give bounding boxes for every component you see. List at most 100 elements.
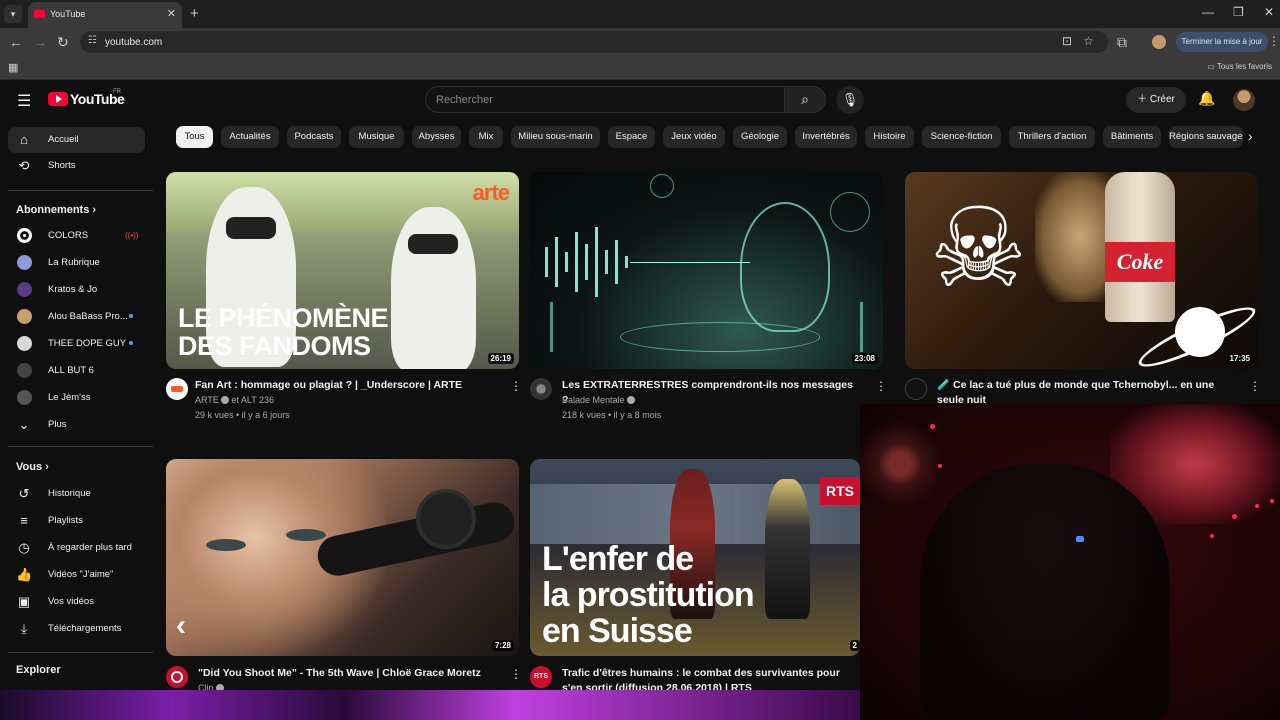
coke-label: Coke [1105, 242, 1175, 282]
subscriptions-heading[interactable]: Abonnements › [16, 204, 96, 216]
video-title[interactable]: "Did You Shoot Me" - The 5th Wave | Chlo… [198, 666, 498, 681]
subscription-colors[interactable]: COLORS ((•)) [8, 223, 145, 249]
channel-avatar[interactable] [530, 378, 552, 400]
sidebar-item-liked-videos[interactable]: 👍 Vidéos "J'aime" [8, 562, 145, 588]
subscription-label: Kratos & Jo [48, 284, 98, 295]
restore-icon[interactable]: ❐ [1233, 5, 1244, 19]
channel-avatar[interactable] [166, 378, 188, 400]
video-channel[interactable]: ARTE et ALT 236 [195, 395, 274, 405]
chip-thrillers-action[interactable]: Thrillers d'action [1009, 126, 1095, 148]
sidebar-item-downloads[interactable]: ⤓ Téléchargements [8, 616, 145, 642]
new-tab-icon[interactable]: + [190, 5, 199, 22]
sidebar-item-watch-later[interactable]: ◷ À regarder plus tard [8, 535, 145, 561]
sidebar-item-shorts[interactable]: ⟲ Shorts [8, 153, 145, 179]
subscription-le-jemss[interactable]: Le Jèm'ss [8, 385, 145, 411]
wave-bar [550, 302, 553, 352]
chip-histoire[interactable]: Histoire [865, 126, 914, 148]
you-heading[interactable]: Vous › [16, 461, 49, 473]
sidebar-item-more[interactable]: ⌄ Plus [8, 412, 145, 438]
video-duration: 7:28 [491, 640, 514, 651]
tab-close-icon[interactable]: ✕ [167, 7, 176, 20]
chip-geologie[interactable]: Géologie [733, 126, 787, 148]
channel-extra: et ALT 236 [231, 395, 275, 405]
subscription-thee-dope-guy[interactable]: THEE DOPE GUY [8, 331, 145, 357]
install-app-icon[interactable]: ⊡ [1062, 34, 1072, 48]
wave-bar [860, 302, 863, 352]
chip-mix[interactable]: Mix [469, 126, 503, 148]
video-more-icon[interactable]: ⋮ [875, 379, 887, 393]
channel-avatar[interactable]: RTS [530, 666, 552, 688]
subscription-alou-babass[interactable]: Alou BaBass Pro... [8, 304, 145, 330]
search-input[interactable] [425, 86, 785, 113]
notifications-bell-icon[interactable]: 🔔 [1198, 90, 1215, 107]
wave-bar [625, 256, 628, 268]
video-more-icon[interactable]: ⋮ [510, 667, 522, 681]
sidebar: ⌂ Accueil ⟲ Shorts Abonnements › COLORS … [0, 120, 155, 720]
back-icon[interactable]: ← [9, 34, 23, 50]
alien-figure [740, 202, 830, 332]
menu-icon[interactable]: ☰ [17, 91, 31, 111]
update-button[interactable]: Terminer la mise à jour [1176, 32, 1268, 52]
extensions-icon[interactable]: ⧉ [1117, 34, 1127, 51]
sidebar-item-playlists[interactable]: ≡ Playlists [8, 508, 145, 534]
address-bar[interactable]: ☷ youtube.com ⊡ ☆ [80, 31, 1108, 53]
voice-search-button[interactable]: 🎙 [836, 86, 864, 114]
video-duration: 2 [849, 640, 860, 651]
chevron-right-icon: › [92, 204, 97, 216]
video-thumbnail[interactable]: ☠ Coke 17:35 [905, 172, 1258, 369]
video-more-icon[interactable]: ⋮ [1249, 379, 1261, 393]
next-row-thumbnails[interactable] [0, 690, 860, 720]
video-thumbnail[interactable]: RTS L'enfer de la prostitution en Suisse 2 [530, 459, 860, 656]
bookmark-star-icon[interactable]: ☆ [1083, 34, 1094, 48]
site-info-icon[interactable]: ☷ [88, 35, 97, 46]
video-channel[interactable]: Balade Mentale [562, 395, 635, 405]
subscription-la-rubrique[interactable]: La Rubrique [8, 250, 145, 276]
chip-tous[interactable]: Tous [176, 126, 213, 148]
chevron-right-icon: › [45, 461, 49, 473]
user-avatar[interactable] [1233, 89, 1255, 111]
chip-podcasts[interactable]: Podcasts [287, 126, 341, 148]
tab-search-icon[interactable]: ▾ [4, 5, 22, 23]
sidebar-item-historique[interactable]: ↺ Historique [8, 481, 145, 507]
browser-tab[interactable]: YouTube ✕ [28, 2, 182, 28]
video-thumbnail[interactable]: 23:08 [530, 172, 883, 369]
video-thumbnail[interactable]: ‹ 7:28 [166, 459, 519, 656]
apps-grid-icon[interactable]: ▦ [8, 61, 18, 74]
chips-next-chevron-icon[interactable]: › [1248, 128, 1253, 144]
chip-invertebres[interactable]: Invertébrés [795, 126, 857, 148]
video-thumbnail[interactable]: arte LE PHÉNOMÈNE DES FANDOMS 26:19 [166, 172, 519, 369]
subscription-all-but-6[interactable]: ALL BUT 6 [8, 358, 145, 384]
chip-musique[interactable]: Musique [349, 126, 404, 148]
video-title[interactable]: Fan Art : hommage ou plagiat ? | _Unders… [195, 378, 495, 393]
sidebar-item-accueil[interactable]: ⌂ Accueil [8, 127, 145, 153]
chip-actualites[interactable]: Actualités [221, 126, 279, 148]
close-window-icon[interactable]: ✕ [1264, 5, 1274, 19]
chip-science-fiction[interactable]: Science-fiction [922, 126, 1001, 148]
minimize-icon[interactable]: — [1202, 5, 1214, 19]
filter-chips: Tous Actualités Podcasts Musique Abysses… [176, 126, 1266, 148]
sidebar-item-label: Accueil [48, 134, 79, 145]
video-more-icon[interactable]: ⋮ [510, 379, 522, 393]
region-code: FR [113, 89, 121, 95]
sidebar-item-your-videos[interactable]: ▣ Vos vidéos [8, 589, 145, 615]
chip-abysses[interactable]: Abysses [412, 126, 461, 148]
subscription-kratos-jo[interactable]: Kratos & Jo [8, 277, 145, 303]
reload-icon[interactable]: ↻ [57, 34, 69, 51]
thumbnail-text-line: en Suisse [542, 612, 693, 650]
channel-avatar[interactable] [905, 378, 927, 400]
browser-menu-icon[interactable]: ⋮ [1268, 34, 1280, 48]
chip-milieu-sous-marin[interactable]: Milieu sous-marin [511, 126, 600, 148]
string-light [1210, 534, 1214, 538]
create-button[interactable]: ＋ Créer [1126, 87, 1186, 113]
forward-icon[interactable]: → [33, 34, 47, 50]
search-button[interactable]: ⌕ [784, 86, 826, 113]
all-bookmarks-folder[interactable]: ▭ Tous les favoris [1207, 62, 1272, 71]
chip-batiments[interactable]: Bâtiments [1103, 126, 1161, 148]
chip-regions-sauvages[interactable]: Régions sauvages [1169, 126, 1243, 148]
thumbnail-text-line: DES FANDOMS [178, 331, 371, 361]
chip-jeux-video[interactable]: Jeux vidéo [663, 126, 725, 148]
chip-espace[interactable]: Espace [608, 126, 655, 148]
browser-profile-avatar[interactable] [1152, 35, 1166, 49]
channel-avatar[interactable] [166, 666, 188, 688]
thumbnail-text-line: L'enfer de [542, 540, 694, 578]
